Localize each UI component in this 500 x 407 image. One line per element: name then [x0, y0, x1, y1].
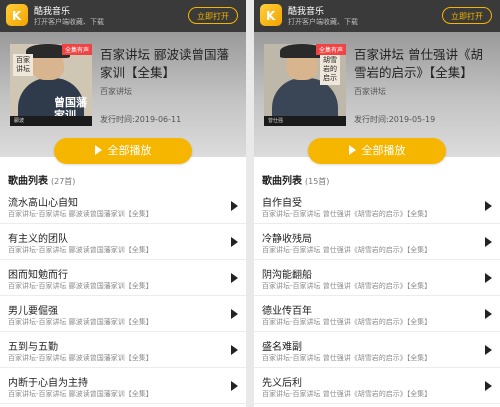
song-count: (27首) — [51, 177, 76, 186]
play-icon[interactable] — [231, 381, 238, 391]
app-subtitle: 打开客户端收藏、下载 — [288, 18, 358, 26]
play-icon[interactable] — [231, 345, 238, 355]
list-item[interactable]: 先义后利 百家讲坛-百家讲坛 曾仕强讲《胡雪岩的启示》【全集】 — [254, 368, 500, 404]
app-name: 酷我音乐 — [288, 7, 325, 17]
play-all-button[interactable]: 全部播放 — [54, 138, 192, 164]
svg-text:K: K — [266, 9, 276, 23]
release-date: 发行时间:2019-05-19 — [354, 115, 436, 124]
list-item[interactable]: 五到与五勤 百家讲坛-百家讲坛 郦波读曾国藩家训【全集】 — [0, 332, 246, 368]
play-icon — [94, 145, 102, 155]
list-item[interactable]: 内断于心自为主持 百家讲坛-百家讲坛 郦波读曾国藩家训【全集】 — [0, 368, 246, 404]
panel-divider — [246, 0, 254, 407]
song-meta: 百家讲坛-百家讲坛 郦波读曾国藩家训【全集】 — [8, 318, 153, 326]
song-title: 内断于心自为主持 — [8, 378, 88, 389]
song-title: 盛名难副 — [262, 342, 302, 353]
song-list-title: 歌曲列表 — [262, 176, 302, 187]
app-name: 酷我音乐 — [34, 7, 71, 17]
song-meta: 百家讲坛-百家讲坛 郦波读曾国藩家训【全集】 — [8, 210, 153, 218]
song-title: 冷静收残局 — [262, 234, 312, 245]
song-meta: 百家讲坛-百家讲坛 郦波读曾国藩家训【全集】 — [8, 390, 153, 398]
song-title: 困而知勉而行 — [8, 270, 68, 281]
song-meta: 百家讲坛-百家讲坛 郦波读曾国藩家训【全集】 — [8, 282, 153, 290]
play-all-button[interactable]: 全部播放 — [308, 138, 446, 164]
album-cover[interactable]: 百家讲坛 曾国藩家训 全集有声 郦波 — [10, 44, 92, 126]
list-item[interactable]: 盛名难副 百家讲坛-百家讲坛 曾仕强讲《胡雪岩的启示》【全集】 — [254, 332, 500, 368]
right-screen: K 酷我音乐 打开客户端收藏、下载 立即打开 胡雪岩的启示 全集有声 曾仕强 百… — [254, 0, 500, 407]
play-icon[interactable] — [485, 237, 492, 247]
kuwo-logo-icon: K — [260, 4, 282, 26]
album-title: 百家讲坛 曾仕强讲《胡雪岩的启示》【全集】 — [354, 47, 483, 80]
song-title: 五到与五勤 — [8, 342, 58, 353]
song-meta: 百家讲坛-百家讲坛 曾仕强讲《胡雪岩的启示》【全集】 — [262, 354, 432, 362]
cover-tag: 全集有声 — [315, 44, 346, 55]
song-title: 德业传百年 — [262, 306, 312, 317]
album-artist[interactable]: 百家讲坛 — [100, 86, 132, 97]
album-cover[interactable]: 胡雪岩的启示 全集有声 曾仕强 — [264, 44, 346, 126]
song-meta: 百家讲坛-百家讲坛 曾仕强讲《胡雪岩的启示》【全集】 — [262, 390, 432, 398]
list-item[interactable]: 有主义的团队 百家讲坛-百家讲坛 郦波读曾国藩家训【全集】 — [0, 224, 246, 260]
list-item[interactable]: 男儿要倔强 百家讲坛-百家讲坛 郦波读曾国藩家训【全集】 — [0, 296, 246, 332]
album-artist[interactable]: 百家讲坛 — [354, 86, 386, 97]
list-item[interactable]: 困而知勉而行 百家讲坛-百家讲坛 郦波读曾国藩家训【全集】 — [0, 260, 246, 296]
list-item[interactable]: 阴沟能翻船 百家讲坛-百家讲坛 曾仕强讲《胡雪岩的启示》【全集】 — [254, 260, 500, 296]
song-title: 先义后利 — [262, 378, 302, 389]
song-meta: 百家讲坛-百家讲坛 郦波读曾国藩家训【全集】 — [8, 354, 153, 362]
song-meta: 百家讲坛-百家讲坛 曾仕强讲《胡雪岩的启示》【全集】 — [262, 282, 432, 290]
list-item[interactable]: 冷静收残局 百家讲坛-百家讲坛 曾仕强讲《胡雪岩的启示》【全集】 — [254, 224, 500, 260]
play-icon[interactable] — [485, 381, 492, 391]
play-icon[interactable] — [231, 237, 238, 247]
release-date: 发行时间:2019-06-11 — [100, 115, 182, 124]
song-meta: 百家讲坛-百家讲坛 曾仕强讲《胡雪岩的启示》【全集】 — [262, 318, 432, 326]
cover-author: 郦波 — [10, 116, 92, 126]
app-banner: K 酷我音乐 打开客户端收藏、下载 立即打开 — [0, 0, 246, 32]
song-title: 自作自受 — [262, 198, 302, 209]
app-subtitle: 打开客户端收藏、下载 — [34, 18, 104, 26]
song-count: (15首) — [305, 177, 330, 186]
play-icon[interactable] — [231, 201, 238, 211]
svg-text:K: K — [12, 9, 22, 23]
song-title: 有主义的团队 — [8, 234, 68, 245]
cover-author: 曾仕强 — [264, 116, 346, 126]
play-icon[interactable] — [231, 309, 238, 319]
app-banner: K 酷我音乐 打开客户端收藏、下载 立即打开 — [254, 0, 500, 32]
play-icon — [348, 145, 356, 155]
song-list-header: 歌曲列表 (27首) — [8, 172, 75, 187]
song-title: 阴沟能翻船 — [262, 270, 312, 281]
play-icon[interactable] — [231, 273, 238, 283]
cover-series-title: 胡雪岩的启示 — [320, 54, 340, 85]
open-app-button[interactable]: 立即打开 — [442, 7, 492, 24]
cover-series-title: 百家讲坛 — [13, 54, 33, 76]
song-meta: 百家讲坛-百家讲坛 曾仕强讲《胡雪岩的启示》【全集】 — [262, 210, 432, 218]
list-item[interactable]: 自作自受 百家讲坛-百家讲坛 曾仕强讲《胡雪岩的启示》【全集】 — [254, 188, 500, 224]
song-title: 男儿要倔强 — [8, 306, 58, 317]
kuwo-logo-icon: K — [6, 4, 28, 26]
song-meta: 百家讲坛-百家讲坛 曾仕强讲《胡雪岩的启示》【全集】 — [262, 246, 432, 254]
play-icon[interactable] — [485, 273, 492, 283]
list-item[interactable]: 德业传百年 百家讲坛-百家讲坛 曾仕强讲《胡雪岩的启示》【全集】 — [254, 296, 500, 332]
album-title: 百家讲坛 郦波读曾国藩家训【全集】 — [100, 47, 229, 80]
play-all-label: 全部播放 — [361, 144, 406, 157]
song-list-title: 歌曲列表 — [8, 176, 48, 187]
play-icon[interactable] — [485, 201, 492, 211]
song-meta: 百家讲坛-百家讲坛 郦波读曾国藩家训【全集】 — [8, 246, 153, 254]
song-title: 流水高山心自知 — [8, 198, 78, 209]
song-list-header: 歌曲列表 (15首) — [262, 172, 329, 187]
left-screen: K 酷我音乐 打开客户端收藏、下载 立即打开 百家讲坛 曾国藩家训 全集有声 郦… — [0, 0, 246, 407]
play-all-label: 全部播放 — [107, 144, 152, 157]
cover-tag: 全集有声 — [61, 44, 92, 55]
list-item[interactable]: 流水高山心自知 百家讲坛-百家讲坛 郦波读曾国藩家训【全集】 — [0, 188, 246, 224]
open-app-button[interactable]: 立即打开 — [188, 7, 238, 24]
song-list: 流水高山心自知 百家讲坛-百家讲坛 郦波读曾国藩家训【全集】 有主义的团队 百家讲坛… — [0, 188, 246, 404]
song-list: 自作自受 百家讲坛-百家讲坛 曾仕强讲《胡雪岩的启示》【全集】 冷静收残局 百家讲坛… — [254, 188, 500, 404]
play-icon[interactable] — [485, 345, 492, 355]
play-icon[interactable] — [485, 309, 492, 319]
